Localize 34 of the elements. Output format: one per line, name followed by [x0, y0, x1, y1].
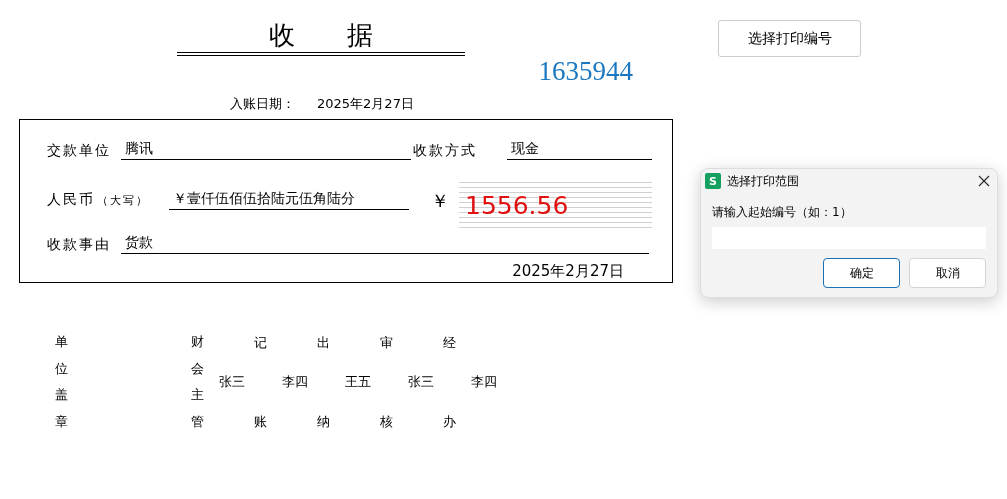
field-value: 腾讯: [121, 140, 411, 160]
entry-date-value: 2025年2月27日: [317, 95, 414, 113]
signature-role: 审核: [380, 334, 393, 431]
dialog-button[interactable]: 确定: [823, 258, 900, 288]
field-value: 现金: [507, 140, 652, 160]
receipt-number: 1635944: [538, 56, 633, 87]
signer-name: 李四: [281, 373, 309, 391]
field-label: 交款单位: [47, 142, 111, 160]
signature-role: 财会主管: [191, 333, 204, 431]
signer-name: 张三: [218, 373, 246, 391]
amount-value: 1556.56: [465, 190, 569, 220]
dialog-button[interactable]: 取消: [909, 258, 986, 288]
dialog-title: 选择打印范围: [727, 172, 800, 190]
entry-date-label: 入账日期：: [230, 95, 295, 113]
close-icon[interactable]: [978, 175, 990, 187]
field-label: 人民币: [47, 191, 95, 209]
signature-role: 记账: [254, 334, 267, 431]
signer-name: 张三: [407, 373, 435, 391]
field-label: 收款事由: [47, 236, 111, 254]
field-label: 收款方式: [413, 142, 477, 160]
signer-name: 王五: [344, 373, 372, 391]
field-value: 货款: [121, 234, 649, 254]
signer-name: 李四: [470, 373, 498, 391]
signature-role: 单位盖章: [55, 333, 68, 431]
receipt-date: 2025年2月27日: [511, 262, 625, 281]
field-hint: （大写）: [97, 192, 149, 208]
amount-words: ￥壹仟伍佰伍拾陆元伍角陆分: [169, 190, 409, 210]
app-icon: S: [705, 173, 721, 189]
receipt-title: 收 据: [177, 18, 465, 56]
print-number-button[interactable]: 选择打印编号: [718, 20, 861, 57]
signature-role: 经办: [443, 334, 456, 431]
currency-symbol: ￥: [431, 189, 449, 213]
signature-role: 出纳: [317, 334, 330, 431]
dialog-prompt: 请输入起始编号（如：1）: [712, 204, 853, 221]
